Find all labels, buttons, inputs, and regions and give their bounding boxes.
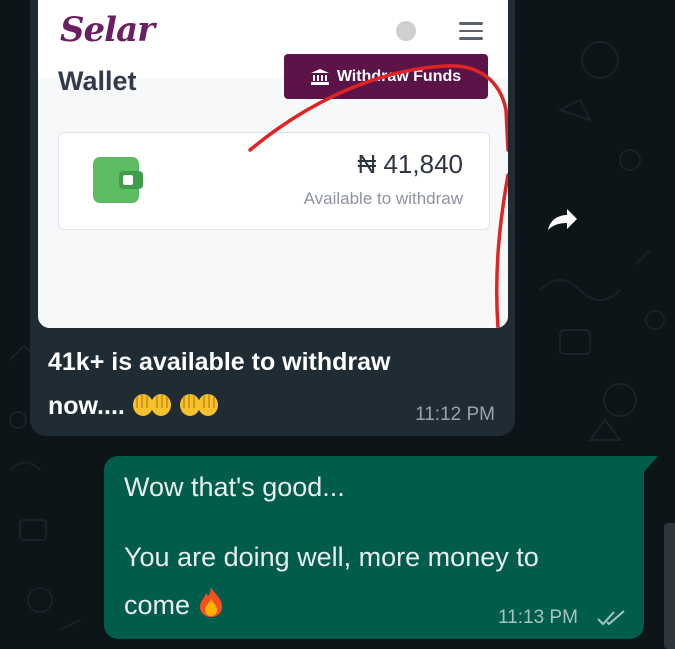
forward-icon[interactable]	[540, 200, 582, 242]
hands-emoji-icon-2	[179, 394, 218, 416]
menu-icon	[459, 22, 483, 40]
selar-wallet-screenshot[interactable]: Selar Wallet Withdraw Funds ₦ 41,840 Ava…	[38, 0, 508, 328]
scroll-indicator[interactable]	[664, 523, 675, 649]
wallet-title: Wallet	[58, 66, 137, 96]
incoming-line-2-text: now....	[48, 392, 125, 420]
hands-emoji-icon	[132, 394, 171, 416]
incoming-message-time: 11:12 PM	[415, 404, 495, 425]
outgoing-line-1: Wow that's good...	[124, 472, 345, 502]
outgoing-line-2: You are doing well, more money to	[124, 542, 539, 572]
outgoing-bubble-tail	[644, 456, 658, 472]
balance-card: ₦ 41,840 Available to withdraw	[58, 132, 490, 230]
incoming-message-bubble[interactable]: Selar Wallet Withdraw Funds ₦ 41,840 Ava…	[30, 0, 515, 436]
bank-icon	[310, 68, 329, 85]
incoming-message-text: 41k+ is available to withdraw now....	[48, 340, 448, 428]
outgoing-message-bubble[interactable]: Wow that's good... You are doing well, m…	[104, 456, 644, 639]
incoming-line-1: 41k+ is available to withdraw	[48, 348, 391, 376]
balance-amount: ₦ 41,840	[357, 149, 463, 179]
selar-logo: Selar	[60, 10, 155, 50]
profile-avatar-icon	[396, 21, 416, 41]
incoming-line-2: now....	[48, 384, 448, 428]
outgoing-line-3: come	[124, 586, 224, 621]
balance-caption: Available to withdraw	[303, 189, 463, 208]
withdraw-funds-label: Withdraw Funds	[336, 67, 462, 85]
wallet-icon	[93, 157, 143, 203]
withdraw-funds-button: Withdraw Funds	[284, 54, 488, 99]
outgoing-line-3-text: come	[124, 590, 191, 620]
outgoing-message-time: 11:13 PM	[498, 607, 578, 628]
double-check-icon	[597, 610, 625, 626]
fire-emoji-icon	[199, 587, 222, 617]
